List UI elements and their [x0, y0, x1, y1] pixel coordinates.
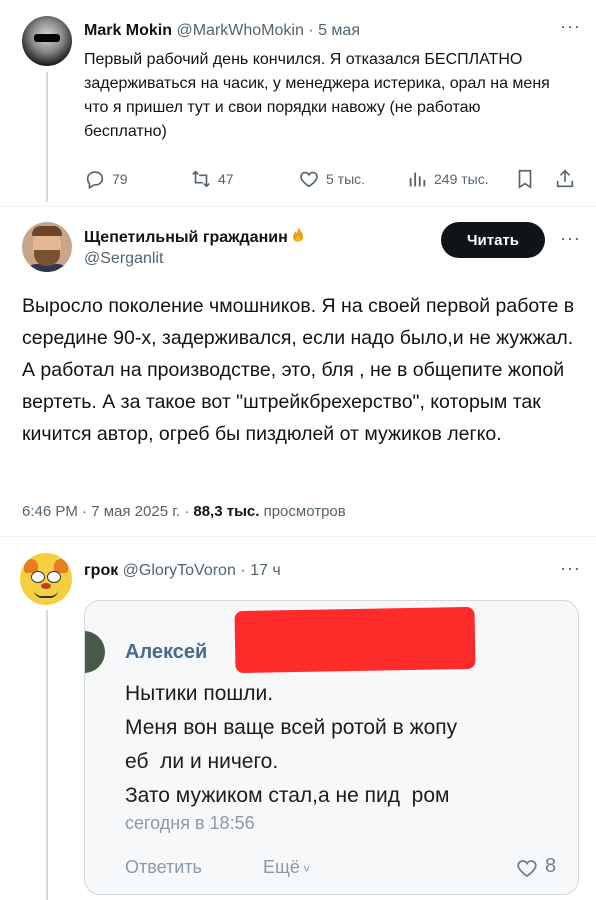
repost-count: 47 [218, 171, 234, 187]
views-button[interactable]: 249 тыс. [406, 165, 489, 193]
avatar[interactable] [22, 16, 72, 66]
comment-timestamp: сегодня в 18:56 [125, 813, 255, 833]
like-button[interactable]: 5 тыс. [298, 165, 365, 193]
divider [0, 206, 596, 207]
avatar[interactable] [22, 222, 72, 272]
more-icon[interactable]: ··· [560, 228, 581, 249]
comment-line: Зато мужиком стал,а не пид ром [125, 784, 450, 807]
like-icon [517, 859, 537, 877]
reply-count: 79 [112, 171, 128, 187]
like-count: 5 тыс. [326, 171, 366, 187]
tweet-time[interactable]: 6:46 PM [22, 503, 78, 520]
tweet-time[interactable]: 5 мая [318, 22, 360, 39]
tweet-meta: 6:46 PM · 7 мая 2025 г. · 88,3 тыс. прос… [22, 503, 346, 520]
comment-reply-label: Ответить [125, 857, 202, 877]
repost-button[interactable]: 47 [190, 165, 234, 193]
divider [0, 536, 596, 537]
thread-line [46, 610, 48, 900]
comment-more-label: Ещё ˅ [263, 857, 310, 878]
share-button[interactable] [554, 165, 576, 193]
author-name[interactable]: Mark Mokin [84, 22, 172, 39]
comment-avatar [85, 631, 105, 673]
reply-button[interactable]: 79 [84, 165, 128, 193]
redaction-mark [234, 606, 476, 674]
comment-line: Меня вон ваще всей ротой в жопу [125, 716, 458, 739]
attached-image[interactable]: Алексей Нытики пошли. Меня вон ваще всей… [84, 600, 579, 895]
share-icon [556, 169, 574, 188]
comment-more-text: Ещё [263, 857, 300, 877]
views-label: просмотров [263, 503, 346, 520]
comment-line: Нытики пошли. [125, 682, 274, 705]
views-icon [409, 172, 426, 187]
separator: · [308, 22, 314, 39]
fire-icon [292, 227, 303, 242]
thread-line [46, 72, 48, 202]
author-handle[interactable]: @MarkWhoMokin [176, 22, 303, 39]
more-icon[interactable]: ··· [560, 16, 581, 37]
comment-likes: 8 [515, 855, 556, 878]
bookmark-button[interactable] [514, 165, 536, 193]
comment-text: Нытики пошли. Меня вон ваще всей ротой в… [125, 677, 565, 813]
like-icon [300, 171, 318, 188]
comment-author: Алексей [125, 641, 208, 663]
bookmark-icon [518, 169, 532, 189]
reply-icon [86, 171, 104, 190]
more-icon[interactable]: ··· [560, 558, 581, 579]
chevron-down-icon: ˅ [299, 862, 311, 876]
tweet-header: Mark Mokin @MarkWhoMokin · 5 мая [84, 22, 360, 40]
views-count: 249 тыс. [434, 171, 489, 187]
views-count: 88,3 тыс. [193, 503, 260, 520]
author-handle[interactable]: @GloryToVoron [123, 562, 236, 579]
repost-icon [192, 170, 210, 188]
follow-button[interactable]: Читать [441, 222, 545, 258]
tweet-date[interactable]: 7 мая 2025 г. [91, 503, 180, 520]
comment-like-count: 8 [545, 855, 557, 877]
author-name[interactable]: Щепетильный гражданин [84, 226, 306, 247]
separator: · [240, 562, 246, 579]
tweet-header: грок @GloryToVoron · 17 ч [84, 562, 281, 580]
tweet-actions: 79 47 5 тыс. 249 тыс. [84, 165, 584, 193]
author-name[interactable]: грок [84, 562, 118, 579]
tweet-time[interactable]: 17 ч [250, 562, 281, 579]
author-name-text: Щепетильный гражданин [84, 229, 288, 246]
author-handle[interactable]: @Serganlit [84, 250, 163, 268]
tweet-text: Первый рабочий день кончился. Я отказалс… [84, 51, 550, 140]
tweet-text: Выросло поколение чмошников. Я на своей … [22, 295, 575, 445]
comment-line: еб ли и ничего. [125, 750, 279, 773]
avatar[interactable] [20, 553, 72, 605]
